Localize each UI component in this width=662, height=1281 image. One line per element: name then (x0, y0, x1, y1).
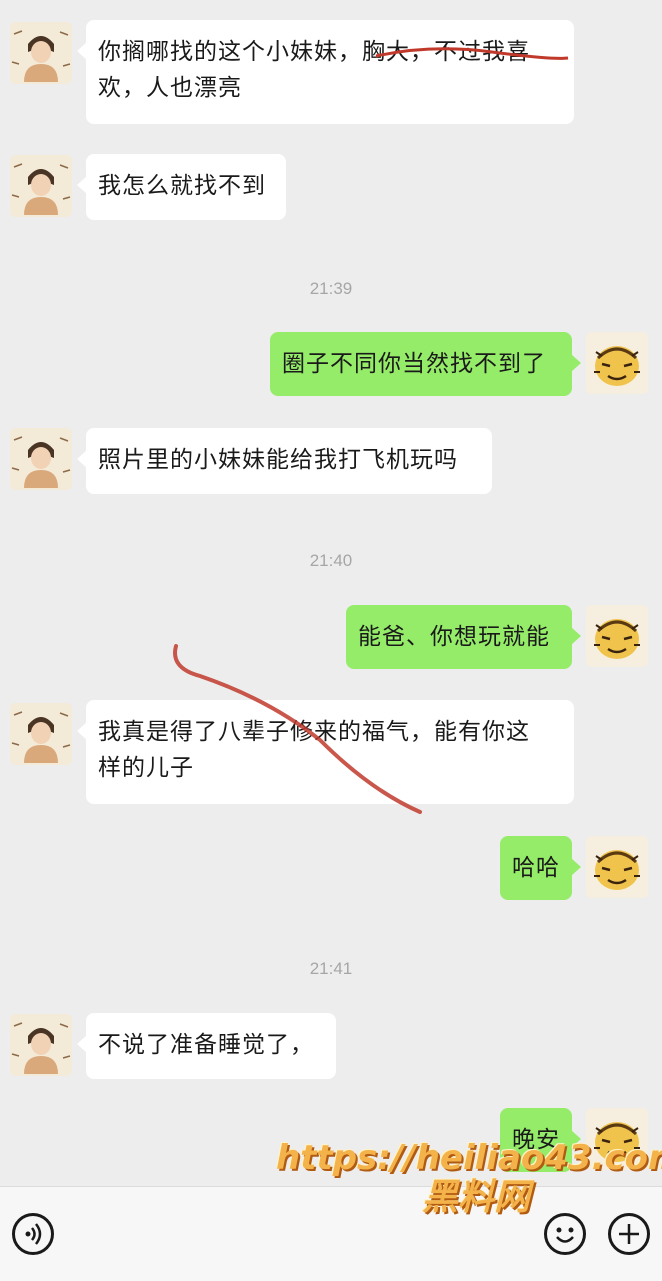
timestamp: 21:41 (309, 959, 353, 978)
friend-avatar[interactable] (10, 703, 72, 765)
message-outgoing[interactable]: 晚安 (500, 1108, 581, 1172)
friend-avatar[interactable] (10, 155, 72, 217)
message-text: 不说了准备睡觉了， (98, 1032, 314, 1058)
my-avatar[interactable] (586, 1108, 648, 1170)
message-incoming[interactable]: 你搁哪找的这个小妹妹，胸大，不过我喜 欢，人也漂亮 (77, 20, 574, 124)
message-text: 样的儿子 (98, 755, 194, 781)
my-avatar[interactable] (586, 332, 648, 394)
friend-avatar[interactable] (10, 1014, 72, 1076)
message-text: 我怎么就找不到 (98, 173, 266, 199)
message-text: 照片里的小妹妹能给我打飞机玩吗 (98, 447, 458, 473)
struck-text: 胸大，不过我喜 (362, 39, 530, 65)
input-bar (0, 1186, 662, 1281)
message-incoming[interactable]: 不说了准备睡觉了， (77, 1013, 336, 1079)
message-outgoing[interactable]: 哈哈 (500, 836, 581, 900)
message-text: 能爸、你想玩就能 (358, 624, 550, 650)
message-text: 晚安 (512, 1127, 560, 1153)
voice-icon[interactable] (12, 1213, 54, 1255)
chat-area[interactable]: 你搁哪找的这个小妹妹，胸大，不过我喜 欢，人也漂亮 我怎么就找不到 21:39 … (0, 0, 662, 1186)
message-outgoing[interactable]: 圈子不同你当然找不到了 (270, 332, 581, 396)
struck-text-content: 胸大，不过我喜 (362, 39, 530, 65)
message-outgoing[interactable]: 能爸、你想玩就能 (346, 605, 581, 669)
timestamp: 21:39 (309, 279, 353, 298)
message-text: 欢，人也漂亮 (98, 75, 242, 101)
message-text: 哈哈 (512, 855, 560, 881)
my-avatar[interactable] (586, 605, 648, 667)
message-text: 圈子不同你当然找不到了 (282, 351, 546, 377)
friend-avatar[interactable] (10, 428, 72, 490)
plus-icon[interactable] (608, 1213, 650, 1255)
message-incoming[interactable]: 我真是得了八辈子修来的福气，能有你这 样的儿子 (77, 700, 574, 804)
message-text: 我真是得了八辈子修来的福气，能有你这 (98, 719, 530, 745)
message-text: 你搁哪找的这个小妹妹， (98, 39, 362, 65)
timestamp: 21:40 (309, 551, 353, 570)
my-avatar[interactable] (586, 836, 648, 898)
emoji-icon[interactable] (544, 1213, 586, 1255)
friend-avatar[interactable] (10, 22, 72, 84)
message-incoming[interactable]: 我怎么就找不到 (77, 154, 286, 220)
message-incoming[interactable]: 照片里的小妹妹能给我打飞机玩吗 (77, 428, 492, 494)
